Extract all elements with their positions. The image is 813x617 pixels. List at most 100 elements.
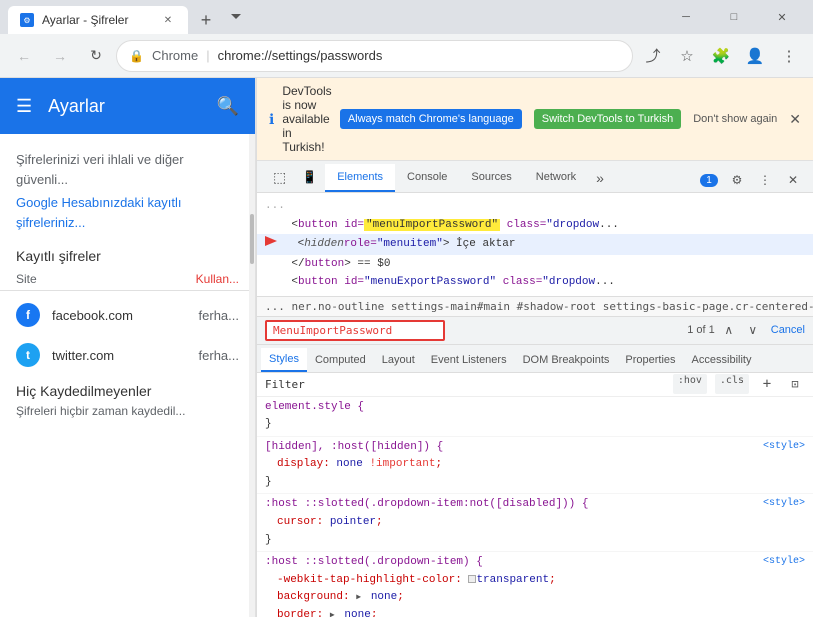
css-rule-element-style: element.style { } (257, 397, 813, 437)
tab-close-button[interactable]: ✕ (160, 12, 176, 28)
tab-elements[interactable]: Elements (325, 164, 395, 192)
twitter-user: ferha... (199, 348, 239, 363)
google-account-link[interactable]: Google Hesabınızdaki kayıtlı şifrelerini… (0, 193, 255, 236)
minimize-button[interactable]: ─ (663, 0, 709, 34)
filter-cls-tag[interactable]: .cls (715, 374, 749, 394)
titlebar: ⚙ Ayarlar - Şifreler ✕ + ─ □ ✕ (0, 0, 813, 34)
code-line-button-close[interactable]: </button> == $0 (257, 255, 813, 274)
filter-input[interactable]: Filter (265, 378, 673, 391)
address-url: chrome://settings/passwords (218, 48, 620, 63)
css-selector-slotted-disabled: :host ::slotted(.dropdown-item:not([disa… (265, 498, 588, 510)
search-up-button[interactable]: ∧ (719, 320, 739, 340)
devtools-code-view: ... <button id="menuImportPassword" clas… (257, 193, 813, 297)
maximize-button[interactable]: □ (711, 0, 757, 34)
lock-icon: 🔒 (129, 49, 144, 63)
code-line-button-import[interactable]: <button id="menuImportPassword" class="d… (257, 216, 813, 235)
main-area: ☰ Ayarlar 🔍 Şifrelerinizi veri ihlali ve… (0, 78, 813, 617)
css-rule-slotted: :host ::slotted(.dropdown-item) { <style… (257, 552, 813, 617)
active-tab[interactable]: ⚙ Ayarlar - Şifreler ✕ (8, 6, 188, 34)
notification-text: DevTools is now available in Turkish! (282, 84, 331, 154)
toolbar-icons: ⤴ ☆ 🧩 👤 ⋮ (637, 40, 805, 72)
titlebar-controls: ─ □ ✕ (663, 0, 813, 34)
col-user-header: Kullan... (196, 272, 239, 286)
hamburger-icon[interactable]: ☰ (16, 96, 32, 117)
sidebar-scrollbar-track[interactable] (249, 134, 255, 617)
tab-title: Ayarlar - Şifreler (42, 13, 128, 27)
profile-icon[interactable]: 👤 (739, 40, 771, 72)
css-prop-webkit-tap: -webkit-tap-highlight-color: transparent… (265, 572, 805, 590)
close-button[interactable]: ✕ (759, 0, 805, 34)
password-row-facebook[interactable]: f facebook.com ferha... (0, 295, 255, 335)
more-tabs-button[interactable]: » (588, 164, 612, 192)
tab-event-listeners[interactable]: Event Listeners (423, 348, 515, 372)
devtools-breadcrumb: ... ner.no-outline settings-main#main #s… (257, 297, 813, 317)
code-line-hidden-selected[interactable]: <hidden role="menuitem"> İçe aktar (257, 234, 813, 255)
menu-icon[interactable]: ⋮ (773, 40, 805, 72)
password-row-twitter[interactable]: t twitter.com ferha... (0, 335, 255, 375)
tab-dom-breakpoints[interactable]: DOM Breakpoints (515, 348, 618, 372)
new-tab-button[interactable]: + (192, 6, 220, 34)
forward-button[interactable]: → (44, 40, 76, 72)
always-match-button[interactable]: Always match Chrome's language (340, 109, 522, 129)
css-source-slotted[interactable]: <style> (763, 554, 805, 570)
sidebar-scrollbar-thumb (250, 214, 254, 264)
tab-pointer-inspect[interactable]: ⬚ (265, 164, 294, 192)
devtools-toolbar-icons: 1 ⚙ ⋮ ✕ (697, 168, 805, 192)
facebook-user: ferha... (199, 308, 239, 323)
switch-devtools-button[interactable]: Switch DevTools to Turkish (534, 109, 681, 129)
devtools-panel: ℹ DevTools is now available in Turkish! … (256, 78, 813, 617)
search-down-button[interactable]: ∨ (743, 320, 763, 340)
sidebar-content: Şifrelerinizi veri ihlali ve diğer güven… (0, 134, 255, 436)
sidebar-search-icon[interactable]: 🔍 (217, 96, 239, 117)
dont-show-button[interactable]: Don't show again (693, 113, 777, 125)
css-rule-slotted-disabled: :host ::slotted(.dropdown-item:not([disa… (257, 494, 813, 552)
extension-icon[interactable]: 🧩 (705, 40, 737, 72)
filter-add-button[interactable]: + (757, 374, 777, 394)
code-line-button-export[interactable]: <button id="menuExportPassword" class="d… (257, 273, 813, 292)
tab-favicon: ⚙ (20, 13, 34, 27)
sidebar-section-text: Şifrelerinizi veri ihlali ve diğer güven… (0, 142, 255, 193)
settings-gear-icon[interactable]: ⚙ (725, 168, 749, 192)
css-prop-border: border: none; (265, 607, 805, 617)
omnibar: ← → ↻ 🔒 Chrome | chrome://settings/passw… (0, 34, 813, 78)
css-selector-slotted: :host ::slotted(.dropdown-item) { (265, 556, 483, 568)
tab-network[interactable]: Network (524, 164, 588, 192)
css-source-slotted-disabled[interactable]: <style> (763, 496, 805, 512)
tab-sources[interactable]: Sources (459, 164, 523, 192)
filter-hov-tag[interactable]: :hov (673, 374, 707, 394)
facebook-site: facebook.com (52, 308, 133, 323)
filter-wrap-button[interactable]: ⊡ (785, 374, 805, 394)
refresh-button[interactable]: ↻ (80, 40, 112, 72)
css-prop-cursor: cursor: pointer; (265, 514, 805, 532)
devtools-tabs: ⬚ 📱 Elements Console Sources Network » 1… (257, 161, 813, 193)
background-triangle[interactable] (356, 589, 364, 597)
tab-styles[interactable]: Styles (261, 348, 307, 372)
tab-properties[interactable]: Properties (617, 348, 683, 372)
notification-close-button[interactable]: ✕ (789, 111, 801, 128)
css-close-brace-3: } (265, 534, 272, 546)
search-cancel-button[interactable]: Cancel (771, 324, 805, 336)
back-button[interactable]: ← (8, 40, 40, 72)
tab-layout[interactable]: Layout (374, 348, 423, 372)
console-count-badge: 1 (700, 174, 718, 187)
console-messages-icon[interactable]: 1 (697, 168, 721, 192)
css-source-hidden[interactable]: <style> (763, 439, 805, 455)
search-input[interactable] (265, 320, 445, 341)
css-close-brace: } (265, 418, 272, 430)
twitter-favicon: t (16, 343, 40, 367)
border-triangle[interactable] (330, 607, 338, 615)
facebook-favicon: f (16, 303, 40, 327)
tab-console[interactable]: Console (395, 164, 459, 192)
sidebar: ☰ Ayarlar 🔍 Şifrelerinizi veri ihlali ve… (0, 78, 256, 617)
tab-computed[interactable]: Computed (307, 348, 374, 372)
chevron-down-icon (228, 9, 244, 25)
devtools-more-icon[interactable]: ⋮ (753, 168, 777, 192)
share-icon[interactable]: ⤴ (637, 40, 669, 72)
address-bar[interactable]: 🔒 Chrome | chrome://settings/passwords (116, 40, 633, 72)
bookmark-icon[interactable]: ☆ (671, 40, 703, 72)
code-line-ellipsis: ... (257, 197, 813, 216)
css-prop-background: background: none; (265, 589, 805, 607)
tab-device-toggle[interactable]: 📱 (294, 164, 325, 192)
devtools-close-icon[interactable]: ✕ (781, 168, 805, 192)
tab-accessibility[interactable]: Accessibility (684, 348, 760, 372)
